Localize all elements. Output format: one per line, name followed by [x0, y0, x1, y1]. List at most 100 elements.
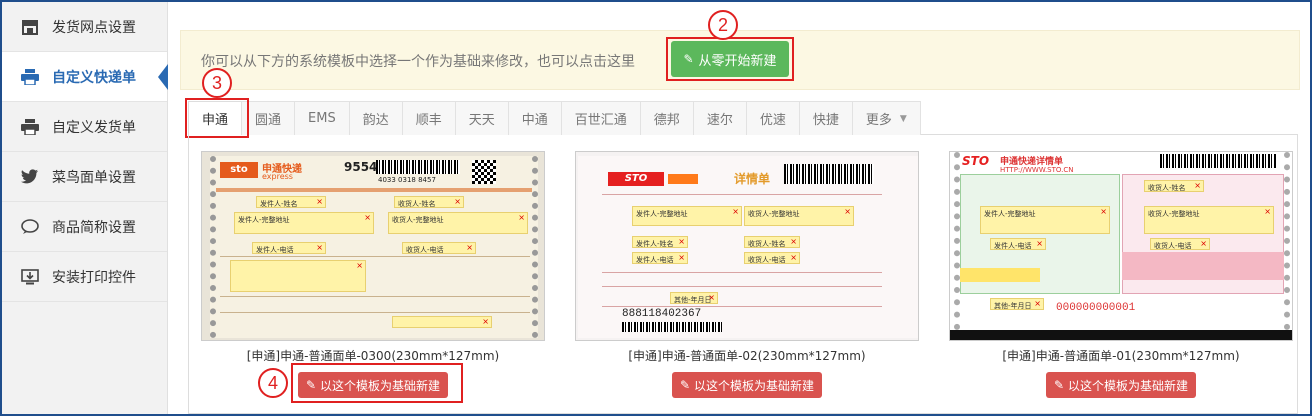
waybill-paper: STO 申通快递详情单 HTTP://WWW.STO.CN 收货人-姓名 × 发件… — [954, 152, 1290, 330]
tab-label: 中通 — [521, 113, 548, 128]
printer-icon — [20, 67, 40, 87]
tab-label: 百世汇通 — [574, 113, 627, 128]
store-icon — [20, 17, 40, 37]
edit-icon: ✎ — [1053, 378, 1065, 392]
tab-label: 圆通 — [255, 113, 282, 128]
receiver-phone-field: 收货人-电话 × — [1150, 238, 1210, 250]
chat-bubble-icon — [20, 217, 40, 237]
receiver-address-field: 收货人-完整地址 × — [388, 212, 528, 234]
use-template-button[interactable]: ✎ 以这个模板为基础新建 — [1046, 372, 1196, 398]
date-field: 其他-年月日 × — [670, 292, 718, 304]
tab-uc[interactable]: 优速 — [745, 101, 800, 135]
site-url: HTTP://WWW.STO.CN — [1000, 166, 1074, 174]
sidebar-item-custom-invoice[interactable]: 自定义发货单 — [2, 102, 167, 152]
sender-name-field: 发件人-姓名 × — [256, 196, 326, 208]
sidebar-item-label: 自定义快递单 — [52, 69, 136, 86]
bottom-field: × — [392, 316, 492, 328]
sidebar-item-label: 发货网点设置 — [52, 19, 136, 36]
sto-logo: STO — [608, 172, 664, 186]
tab-kuaijie[interactable]: 快捷 — [798, 101, 853, 135]
main-content: 你可以从下方的系统模板中选择一个作为基础来修改，也可以点击这里 ✎ 从零开始新建… — [180, 2, 1310, 414]
sidebar-item-label: 菜鸟面单设置 — [52, 169, 136, 186]
use-template-label: 以这个模板为基础新建 — [1068, 378, 1189, 393]
template-card: STO 申通快递详情单 HTTP://WWW.STO.CN 收货人-姓名 × 发件… — [949, 151, 1293, 398]
sidebar-item-label: 商品简称设置 — [52, 219, 136, 236]
waybill-paper: STO 详情单 发件人-完整地址 × 收货人-完整地址 × 发件人-姓名 × 收货人-… — [578, 156, 918, 338]
sidebar-item-product-alias[interactable]: 商品简称设置 — [2, 202, 167, 252]
tab-label: EMS — [308, 111, 336, 126]
tab-suer[interactable]: 速尔 — [692, 101, 747, 135]
tab-tiantian[interactable]: 天天 — [454, 101, 509, 135]
highlight-box-2 — [666, 37, 794, 81]
sidebar-item-cainiao[interactable]: 菜鸟面单设置 — [2, 152, 167, 202]
red-band — [1122, 252, 1284, 280]
tab-label: 更多 — [865, 113, 892, 128]
tab-label: 优速 — [759, 113, 786, 128]
barcode — [376, 160, 460, 174]
receiver-name-field: 收货人-姓名 × — [744, 236, 800, 248]
tab-label: 顺丰 — [415, 113, 442, 128]
sender-phone-field: 发件人-电话 × — [990, 238, 1046, 250]
barcode-text: 888118402367 — [622, 308, 702, 320]
template-title: [申通]申通-普通面单-0300(230mm*127mm) — [246, 349, 500, 363]
sender-address-field: 发件人-完整地址 × — [632, 206, 742, 226]
tab-ems[interactable]: EMS — [294, 101, 350, 135]
sidebar: 发货网点设置 自定义快递单 自定义发货单 菜鸟面单设置 商品简称设置 安装打印控… — [2, 2, 168, 414]
sidebar-item-shipping-points[interactable]: 发货网点设置 — [2, 2, 167, 52]
tab-label: 天天 — [468, 113, 495, 128]
tab-zto[interactable]: 中通 — [507, 101, 562, 135]
sender-name-field: 发件人-姓名 × — [632, 236, 688, 248]
tab-label: 韵达 — [362, 113, 389, 128]
receiver-phone-field: 收货人-电话 × — [744, 252, 800, 264]
highlight-box-4 — [291, 363, 463, 403]
template-thumbnail[interactable]: STO 详情单 发件人-完整地址 × 收货人-完整地址 × 发件人-姓名 × 收货人-… — [575, 151, 919, 341]
logo-sub: express — [262, 172, 293, 181]
sidebar-item-install-plugin[interactable]: 安装打印控件 — [2, 252, 167, 302]
active-indicator — [158, 64, 168, 90]
black-strip — [950, 330, 1292, 340]
template-title: [申通]申通-普通面单-01(230mm*127mm) — [1002, 349, 1240, 363]
caret-down-icon: ▼ — [899, 113, 907, 124]
sto-logo: sto — [220, 162, 258, 178]
tab-yunda[interactable]: 韵达 — [348, 101, 403, 135]
yellow-band — [960, 268, 1040, 282]
waybill-paper: sto 申通快递 express 95543 4033 0318 8457 发件… — [210, 156, 538, 338]
receiver-name-field: 收货人-姓名 × — [1144, 180, 1204, 192]
tab-more[interactable]: 更多 ▼ — [851, 101, 921, 135]
sender-phone-field: 发件人-电话 × — [252, 242, 326, 254]
annotation-circle-2: 2 — [708, 10, 738, 40]
use-template-label: 以这个模板为基础新建 — [694, 378, 815, 393]
download-icon — [20, 267, 40, 287]
bird-icon — [20, 167, 40, 187]
logo-badge — [668, 174, 698, 184]
logo-sub: 详情单 — [734, 172, 771, 186]
sender-address-field: 发件人-完整地址 × — [980, 206, 1110, 234]
large-field: × — [230, 260, 366, 292]
barcode-text: 000000000001 — [1056, 302, 1136, 314]
tab-best[interactable]: 百世汇通 — [560, 101, 641, 135]
sidebar-item-label: 安装打印控件 — [52, 269, 136, 286]
barcode-bottom — [622, 322, 722, 332]
template-title: [申通]申通-普通面单-02(230mm*127mm) — [628, 349, 866, 363]
carrier-tabs: 申通 圆通 EMS 韵达 顺丰 天天 中通 百世汇通 德邦 速尔 优速 快捷 更… — [188, 101, 1298, 135]
tab-yto[interactable]: 圆通 — [241, 101, 296, 135]
annotation-circle-3: 3 — [202, 68, 232, 98]
receiver-address-field: 收货人-完整地址 × — [1144, 206, 1274, 234]
use-template-button[interactable]: ✎ 以这个模板为基础新建 — [672, 372, 822, 398]
hint-bar: 你可以从下方的系统模板中选择一个作为基础来修改，也可以点击这里 ✎ 从零开始新建 — [180, 30, 1300, 90]
tab-sf[interactable]: 顺丰 — [401, 101, 456, 135]
tab-deppon[interactable]: 德邦 — [639, 101, 694, 135]
template-card: STO 详情单 发件人-完整地址 × 收货人-完整地址 × 发件人-姓名 × 收货人-… — [575, 151, 919, 398]
receiver-phone-field: 收货人-电话 × — [402, 242, 476, 254]
template-thumbnail[interactable]: sto 申通快递 express 95543 4033 0318 8457 发件… — [201, 151, 545, 341]
date-field: 其他-年月日 × — [990, 298, 1044, 310]
sender-address-field: 发件人-完整地址 × — [234, 212, 374, 234]
receiver-name-field: 收货人-姓名 × — [394, 196, 464, 208]
sidebar-item-custom-waybill[interactable]: 自定义快递单 — [2, 52, 168, 102]
barcode — [784, 164, 874, 184]
template-card: sto 申通快递 express 95543 4033 0318 8457 发件… — [201, 151, 545, 398]
template-thumbnail[interactable]: STO 申通快递详情单 HTTP://WWW.STO.CN 收货人-姓名 × 发件… — [949, 151, 1293, 341]
tab-label: 快捷 — [812, 113, 839, 128]
annotation-circle-4: 4 — [258, 368, 288, 398]
barcode-text: 4033 0318 8457 — [378, 176, 436, 184]
